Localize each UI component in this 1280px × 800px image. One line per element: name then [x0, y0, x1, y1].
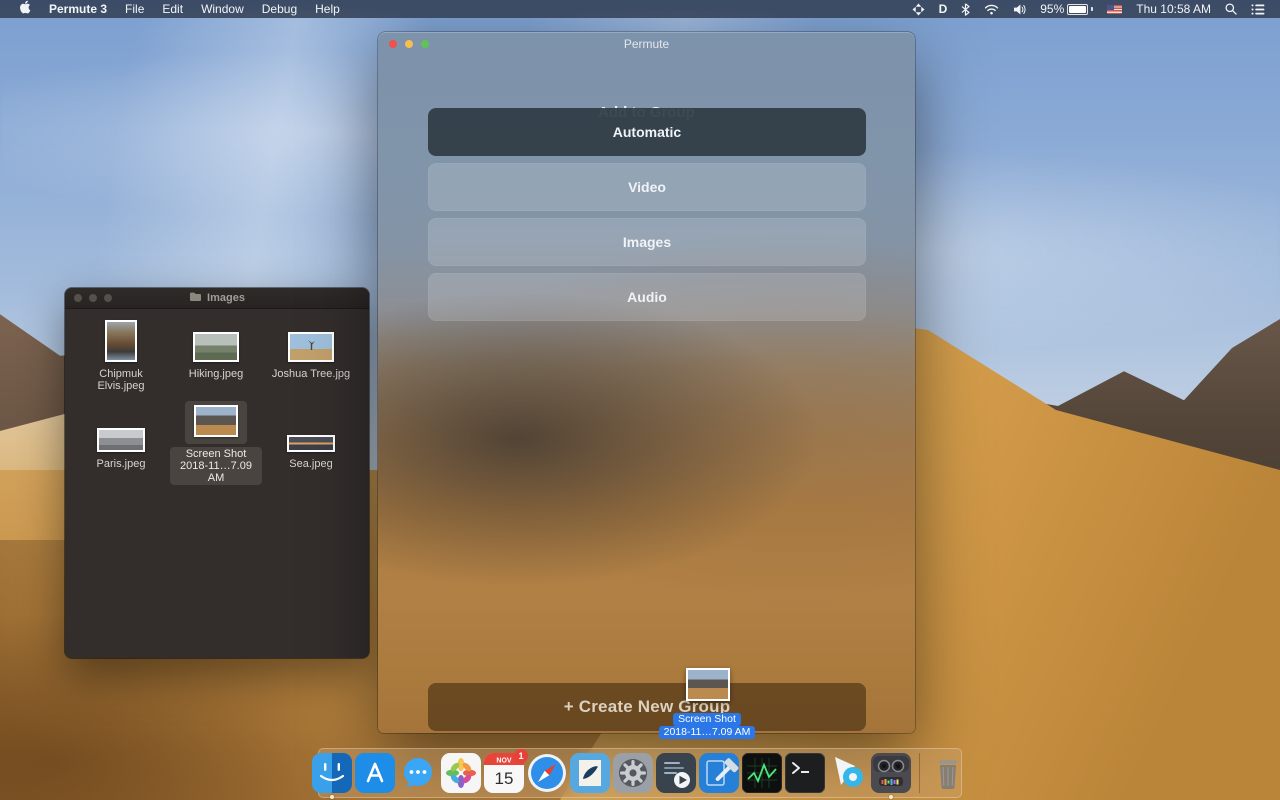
activity-graph-icon — [742, 753, 782, 793]
dock-app-store[interactable] — [355, 753, 395, 793]
dock-calendar[interactable]: NOV 15 1 — [484, 753, 524, 793]
apple-menu[interactable] — [10, 0, 40, 19]
dock-messages[interactable] — [398, 753, 438, 793]
group-button-images[interactable]: Images — [428, 218, 866, 266]
dock-permute[interactable] — [871, 753, 911, 793]
file-chipmuk-elvis[interactable]: Chipmuk Elvis.jpeg — [75, 314, 167, 392]
battery-indicator[interactable]: 95% — [1033, 0, 1100, 18]
file-screen-shot-selected[interactable]: Screen Shot 2018-11…7.09 AM — [170, 396, 262, 485]
spotlight-search-icon[interactable] — [1218, 3, 1244, 15]
downie-icon — [828, 753, 868, 793]
input-source-flag-icon[interactable] — [1100, 5, 1129, 14]
file-thumbnail — [265, 404, 357, 452]
svg-text:NOV: NOV — [496, 758, 512, 765]
app-store-icon — [355, 753, 395, 793]
dock-downie[interactable] — [828, 753, 868, 793]
wifi-icon[interactable] — [977, 4, 1006, 15]
file-name: Screen Shot 2018-11…7.09 AM — [170, 444, 262, 485]
finder-icon — [312, 753, 352, 793]
dock-xcode[interactable] — [699, 753, 739, 793]
menu-app-name[interactable]: Permute 3 — [40, 0, 116, 18]
calendar-badge: 1 — [514, 749, 528, 763]
file-thumbnail — [265, 314, 357, 362]
trash-icon — [928, 753, 968, 793]
battery-icon — [1067, 4, 1088, 15]
notification-center-icon[interactable] — [1244, 4, 1272, 15]
file-name: Paris.jpeg — [75, 458, 167, 470]
safari-icon — [527, 753, 567, 793]
menu-debug[interactable]: Debug — [253, 0, 306, 18]
dock-photos[interactable] — [441, 753, 481, 793]
finder-window: Images Chipmuk Elvis.jpeg Hiking.jpeg Jo… — [65, 288, 369, 658]
permute-robot-icon — [871, 753, 911, 793]
file-thumbnail — [75, 314, 167, 362]
dock-mail[interactable] — [570, 753, 610, 793]
bluetooth-icon[interactable] — [954, 3, 977, 16]
xcode-icon — [699, 753, 739, 793]
file-name: Joshua Tree.jpg — [265, 368, 357, 380]
menubar-clock[interactable]: Thu 10:58 AM — [1129, 0, 1218, 18]
desktop: Permute 3 File Edit Window Debug Help D … — [0, 0, 1280, 800]
messages-icon — [398, 753, 438, 793]
permute-window-title: Permute — [378, 37, 915, 51]
dock-safari[interactable] — [527, 753, 567, 793]
dock-trash[interactable] — [928, 753, 968, 793]
dock-activity-graph[interactable] — [742, 753, 782, 793]
finder-window-title: Images — [65, 291, 369, 305]
file-sea[interactable]: Sea.jpeg — [265, 404, 357, 470]
d-menu-extra-icon[interactable]: D — [932, 0, 955, 18]
file-thumbnail — [75, 404, 167, 452]
gear-icon — [613, 753, 653, 793]
dragged-file-thumbnail — [686, 668, 730, 701]
mail-icon — [570, 753, 610, 793]
running-indicator — [889, 795, 893, 799]
group-button-automatic[interactable]: Automatic — [428, 108, 866, 156]
file-hiking[interactable]: Hiking.jpeg — [170, 314, 262, 380]
dock: NOV 15 1 — [318, 748, 962, 798]
permute-titlebar[interactable]: Permute — [378, 32, 915, 56]
dock-system-preferences[interactable] — [613, 753, 653, 793]
file-name: Chipmuk Elvis.jpeg — [75, 368, 167, 392]
diamond-menu-extra-icon[interactable] — [905, 3, 932, 16]
file-thumbnail — [170, 396, 262, 444]
svg-text:15: 15 — [495, 769, 514, 788]
folder-icon — [189, 291, 202, 305]
file-paris[interactable]: Paris.jpeg — [75, 404, 167, 470]
menu-edit[interactable]: Edit — [153, 0, 192, 18]
permute-window: Permute Add to Group Automatic Video Ima… — [378, 32, 915, 733]
battery-percent-label: 95% — [1040, 0, 1064, 18]
volume-icon[interactable] — [1006, 4, 1033, 15]
menu-window[interactable]: Window — [192, 0, 253, 18]
file-thumbnail — [170, 314, 262, 362]
menubar-status: D 95% Thu 10:58 AM — [905, 0, 1280, 18]
group-button-video[interactable]: Video — [428, 163, 866, 211]
dragged-file-label: Screen Shot 2018-11…7.09 AM — [620, 713, 794, 739]
dock-terminal[interactable] — [785, 753, 825, 793]
dock-separator — [919, 753, 920, 793]
dock-finder[interactable] — [312, 753, 352, 793]
group-button-audio[interactable]: Audio — [428, 273, 866, 321]
terminal-icon — [785, 753, 825, 793]
menu-file[interactable]: File — [116, 0, 153, 18]
photos-icon — [441, 753, 481, 793]
script-player-icon — [656, 753, 696, 793]
running-indicator — [330, 795, 334, 799]
apple-icon — [19, 3, 31, 17]
file-joshua-tree[interactable]: Joshua Tree.jpg — [265, 314, 357, 380]
dock-script-player[interactable] — [656, 753, 696, 793]
menubar: Permute 3 File Edit Window Debug Help D … — [0, 0, 1280, 18]
menubar-menus: Permute 3 File Edit Window Debug Help — [0, 0, 349, 19]
finder-titlebar[interactable]: Images — [65, 288, 369, 309]
menu-help[interactable]: Help — [306, 0, 349, 18]
file-name: Sea.jpeg — [265, 458, 357, 470]
battery-icon-nub — [1091, 7, 1093, 11]
file-name: Hiking.jpeg — [170, 368, 262, 380]
